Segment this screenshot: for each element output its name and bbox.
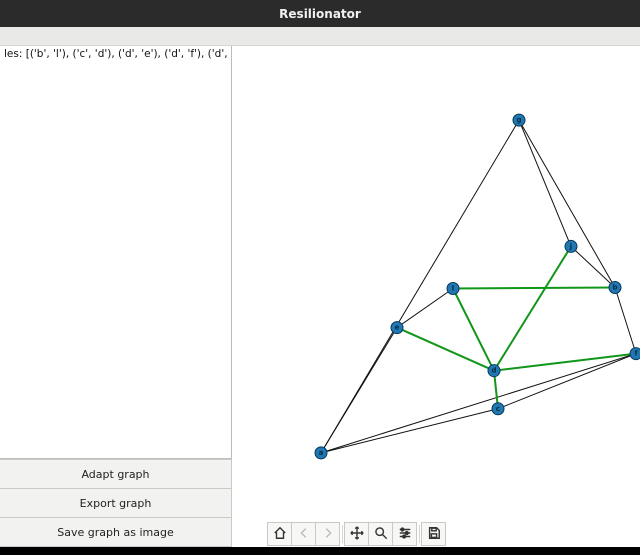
home-button[interactable]: [267, 522, 292, 546]
back-button[interactable]: [291, 522, 316, 546]
graph-node-label: c: [496, 405, 500, 413]
title-bar: Resilionator: [0, 0, 640, 27]
configure-icon: [398, 525, 412, 544]
graph-node-label: d: [491, 367, 496, 375]
graph-info-text: les: [('b', 'l'), ('c', 'd'), ('d', 'e')…: [0, 46, 232, 459]
pan-button[interactable]: [344, 522, 369, 546]
window-title: Resilionator: [279, 7, 361, 21]
configure-subplots-button[interactable]: [392, 522, 417, 546]
graph-canvas[interactable]: gjblefdca: [232, 46, 640, 521]
home-icon: [273, 525, 287, 544]
forward-icon: [321, 525, 335, 544]
graph-node-label: a: [319, 449, 324, 457]
plot-toolbar: [232, 521, 640, 547]
left-panel: les: [('b', 'l'), ('c', 'd'), ('d', 'e')…: [0, 46, 232, 547]
forward-button[interactable]: [315, 522, 340, 546]
graph-node-label: b: [612, 284, 617, 292]
graph-panel: gjblefdca: [232, 46, 640, 547]
graph-node-label: j: [569, 242, 572, 250]
graph-node-label: e: [395, 324, 400, 332]
adapt-graph-button[interactable]: Adapt graph: [0, 459, 232, 489]
graph-node-label: g: [516, 116, 521, 124]
save-figure-button[interactable]: [421, 522, 446, 546]
toolbar-separator: [419, 525, 420, 543]
back-icon: [297, 525, 311, 544]
graph-node-label: l: [452, 285, 454, 293]
export-graph-button[interactable]: Export graph: [0, 489, 232, 518]
zoom-button[interactable]: [368, 522, 393, 546]
pan-icon: [350, 525, 364, 544]
save-icon: [427, 525, 441, 544]
toolbar-separator: [342, 525, 343, 543]
save-graph-image-button[interactable]: Save graph as image: [0, 518, 232, 547]
zoom-icon: [374, 525, 388, 544]
menu-bar: [0, 27, 640, 46]
